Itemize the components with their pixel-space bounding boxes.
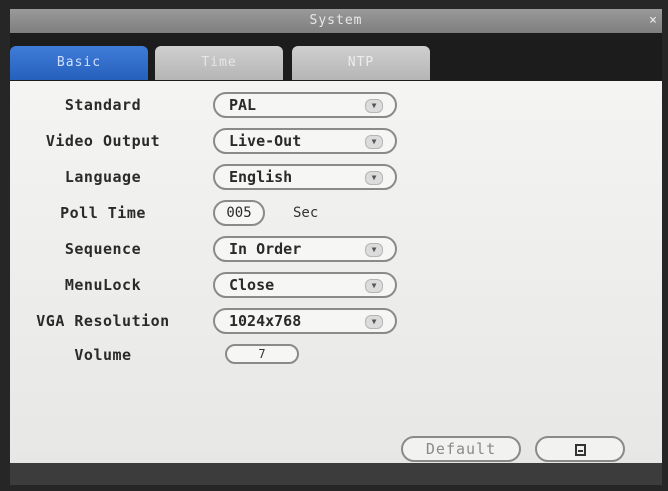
chevron-down-icon: ▼: [365, 243, 383, 257]
tab-time[interactable]: Time: [155, 46, 283, 80]
dvr-screen: System × Basic Time NTP Standard PAL ▼ V…: [0, 0, 668, 491]
chevron-down-icon: ▼: [365, 135, 383, 149]
tab-strip: Basic Time NTP: [10, 33, 662, 81]
save-button[interactable]: [535, 436, 625, 462]
row-video-output: Video Output Live-Out ▼: [10, 126, 662, 156]
poll-time-unit: Sec: [293, 205, 319, 221]
tab-ntp[interactable]: NTP: [292, 46, 430, 80]
standard-select[interactable]: PAL ▼: [213, 92, 397, 118]
row-poll-time: Poll Time 005 Sec: [10, 198, 662, 228]
sequence-select[interactable]: In Order ▼: [213, 236, 397, 262]
vga-resolution-value: 1024x768: [229, 312, 302, 330]
video-output-label: Video Output: [45, 132, 161, 150]
vga-resolution-label: VGA Resolution: [36, 312, 170, 330]
default-button[interactable]: Default: [401, 436, 521, 462]
window-title-bar: System ×: [10, 9, 662, 33]
chevron-down-icon: ▼: [365, 279, 383, 293]
chevron-down-icon: ▼: [365, 315, 383, 329]
sequence-label: Sequence: [64, 240, 142, 258]
video-output-value: Live-Out: [229, 132, 302, 150]
bottom-bar: [10, 463, 662, 485]
chevron-down-icon: ▼: [365, 171, 383, 185]
chevron-down-icon: ▼: [365, 99, 383, 113]
window-title: System: [309, 13, 363, 28]
row-volume: Volume 7: [10, 340, 662, 370]
standard-value: PAL: [229, 96, 257, 114]
language-select[interactable]: English ▼: [213, 164, 397, 190]
save-icon: [574, 444, 586, 456]
sequence-value: In Order: [229, 240, 302, 258]
row-language: Language English ▼: [10, 162, 662, 192]
video-output-select[interactable]: Live-Out ▼: [213, 128, 397, 154]
volume-input[interactable]: 7: [225, 344, 299, 364]
menulock-label: MenuLock: [64, 276, 142, 294]
vga-resolution-select[interactable]: 1024x768 ▼: [213, 308, 397, 334]
menulock-select[interactable]: Close ▼: [213, 272, 397, 298]
close-icon[interactable]: ×: [649, 9, 658, 33]
menulock-value: Close: [229, 276, 275, 294]
language-value: English: [229, 168, 293, 186]
row-sequence: Sequence In Order ▼: [10, 234, 662, 264]
tab-basic[interactable]: Basic: [10, 46, 148, 80]
volume-label: Volume: [74, 346, 132, 364]
standard-label: Standard: [64, 96, 142, 114]
poll-time-input[interactable]: 005: [213, 200, 265, 226]
row-menulock: MenuLock Close ▼: [10, 270, 662, 300]
row-standard: Standard PAL ▼: [10, 90, 662, 120]
language-label: Language: [64, 168, 142, 186]
poll-time-label: Poll Time: [60, 204, 146, 222]
row-vga-resolution: VGA Resolution 1024x768 ▼: [10, 306, 662, 336]
settings-panel: Standard PAL ▼ Video Output Live-Out ▼ L…: [10, 81, 662, 463]
